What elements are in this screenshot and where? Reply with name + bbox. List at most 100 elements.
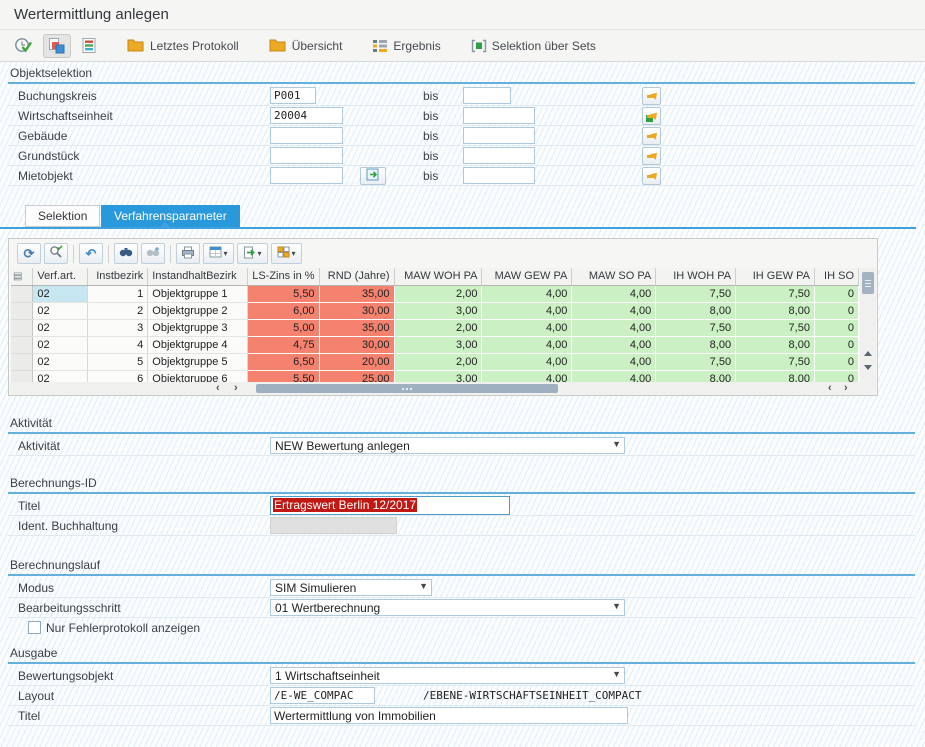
multi-select-button[interactable]	[642, 127, 661, 145]
protocol-list-button[interactable]	[77, 34, 101, 58]
grid-cell[interactable]: 0	[814, 302, 858, 319]
grid-cell[interactable]: Objektgruppe 5	[148, 353, 248, 370]
grid-cell[interactable]: 4,00	[572, 336, 656, 353]
grid-cell[interactable]: 20,00	[319, 353, 394, 370]
grid-cell[interactable]: 02	[33, 302, 88, 319]
grid-cell[interactable]: 0	[814, 285, 858, 302]
grid-cell[interactable]: 4,00	[482, 370, 572, 382]
gebaeude-bis-input[interactable]	[463, 127, 535, 144]
grid-cell[interactable]: 2,00	[394, 319, 482, 336]
grid-cell[interactable]: 3,00	[394, 370, 482, 382]
grid-cell[interactable]: 02	[33, 319, 88, 336]
grid-row-selector[interactable]	[11, 285, 33, 302]
grid-cell[interactable]: 4,00	[482, 285, 572, 302]
grid-row-selector[interactable]	[11, 302, 33, 319]
grid-cell[interactable]: 4,00	[482, 319, 572, 336]
grid-cell[interactable]: 4,00	[482, 353, 572, 370]
layout-button[interactable]: ▾	[271, 243, 302, 264]
grid-cell[interactable]: 7,50	[736, 319, 815, 336]
grid-cell[interactable]: 25,00	[319, 370, 394, 382]
grid-cell[interactable]: 3,00	[394, 302, 482, 319]
multi-select-button[interactable]	[642, 147, 661, 165]
grid-column-header[interactable]: MAW WOH PA	[394, 268, 482, 285]
gebaeude-input[interactable]	[270, 127, 343, 144]
grid-cell[interactable]: 3,00	[394, 336, 482, 353]
grid-cell[interactable]: 4,00	[572, 370, 656, 382]
scroll-right-icon[interactable]: ›	[234, 382, 238, 395]
grid-corner-icon[interactable]: ▤	[11, 268, 33, 285]
grid-cell[interactable]: Objektgruppe 4	[148, 336, 248, 353]
grid-cell[interactable]: 2,00	[394, 353, 482, 370]
grid-column-header[interactable]: IH GEW PA	[736, 268, 815, 285]
layout-input[interactable]	[270, 687, 375, 704]
grid-cell[interactable]: 0	[814, 353, 858, 370]
grid-cell[interactable]: 02	[33, 285, 88, 302]
grid-column-header[interactable]: MAW SO PA	[572, 268, 656, 285]
grid-cell[interactable]: 4	[88, 336, 148, 353]
grid-cell[interactable]: Objektgruppe 2	[148, 302, 248, 319]
grid-cell[interactable]: 4,00	[572, 353, 656, 370]
grid-cell[interactable]: 7,50	[656, 319, 736, 336]
print-button[interactable]	[176, 243, 200, 264]
grid-cell[interactable]: 8,00	[736, 336, 815, 353]
grid-cell[interactable]: 30,00	[319, 302, 394, 319]
grid-column-header[interactable]: IH WOH PA	[656, 268, 736, 285]
fehlerprotokoll-checkbox[interactable]	[28, 621, 41, 634]
grid-cell[interactable]: 0	[814, 319, 858, 336]
grid-column-header[interactable]: IH SO	[814, 268, 858, 285]
scroll-left-icon[interactable]: ‹	[828, 382, 832, 395]
grid-cell[interactable]: 8,00	[656, 336, 736, 353]
grid-cell[interactable]: 0	[814, 370, 858, 382]
buchungskreis-input[interactable]	[270, 87, 316, 104]
grid-cell[interactable]: 30,00	[319, 336, 394, 353]
bewertungsobjekt-dropdown[interactable]: 1 Wirtschaftseinheit ▼	[270, 667, 625, 684]
grundstueck-bis-input[interactable]	[463, 147, 535, 164]
grid-cell[interactable]: 8,00	[656, 370, 736, 382]
grundstueck-input[interactable]	[270, 147, 343, 164]
grid-cell[interactable]: Objektgruppe 1	[148, 285, 248, 302]
multi-select-active-button[interactable]	[642, 107, 661, 125]
ergebnis-button[interactable]: Ergebnis	[368, 34, 444, 58]
grid-row-selector[interactable]	[11, 336, 33, 353]
grid-cell[interactable]: 02	[33, 336, 88, 353]
vertical-scroll-thumb[interactable]	[862, 272, 874, 294]
scroll-up-icon[interactable]	[864, 351, 872, 356]
grid-cell[interactable]: 7,50	[656, 285, 736, 302]
grid-cell[interactable]: 5,50	[248, 370, 319, 382]
mietobjekt-bis-input[interactable]	[463, 167, 535, 184]
grid-row-selector[interactable]	[11, 353, 33, 370]
grid-row-selector[interactable]	[11, 370, 33, 382]
grid-cell[interactable]: 6	[88, 370, 148, 382]
horizontal-scroll-thumb[interactable]	[256, 384, 558, 393]
grid-cell[interactable]: 6,50	[248, 353, 319, 370]
grid-cell[interactable]: 0	[814, 336, 858, 353]
refresh-button[interactable]: ⟳	[17, 243, 41, 264]
undo-button[interactable]: ↶	[79, 243, 103, 264]
grid-cell[interactable]: 4,75	[248, 336, 319, 353]
find-next-button[interactable]	[141, 243, 165, 264]
uebersicht-button[interactable]: Übersicht	[265, 34, 347, 58]
bearbeitungsschritt-dropdown[interactable]: 01 Wertberechnung ▼	[270, 599, 625, 616]
grid-cell[interactable]: 4,00	[482, 302, 572, 319]
grid-cell[interactable]: 7,50	[656, 353, 736, 370]
scroll-down-icon[interactable]	[864, 365, 872, 370]
grid-horizontal-scrollbar[interactable]: ‹ › ‹ ›	[10, 382, 876, 395]
export-button[interactable]: ▾	[237, 243, 268, 264]
grid-cell[interactable]: 6,00	[248, 302, 319, 319]
tab-verfahrensparameter[interactable]: Verfahrensparameter	[101, 205, 240, 227]
ausgabe-titel-input[interactable]	[270, 707, 628, 724]
multi-select-button[interactable]	[642, 87, 661, 105]
copy-settings-button[interactable]	[43, 34, 71, 58]
grid-cell[interactable]: 8,00	[736, 370, 815, 382]
scroll-right-icon[interactable]: ›	[844, 382, 848, 395]
grid-cell[interactable]: 4,00	[572, 302, 656, 319]
grid-cell[interactable]: 4,00	[572, 319, 656, 336]
modus-dropdown[interactable]: SIM Simulieren ▼	[270, 579, 432, 596]
grid-row-selector[interactable]	[11, 319, 33, 336]
mietobjekt-input[interactable]	[270, 167, 343, 184]
grid-cell[interactable]: 35,00	[319, 285, 394, 302]
check-entries-button[interactable]	[44, 243, 68, 264]
grid-cell[interactable]: Objektgruppe 3	[148, 319, 248, 336]
grid-column-header[interactable]: LS-Zins in %	[248, 268, 319, 285]
grid-cell[interactable]: Objektgruppe 6	[148, 370, 248, 382]
